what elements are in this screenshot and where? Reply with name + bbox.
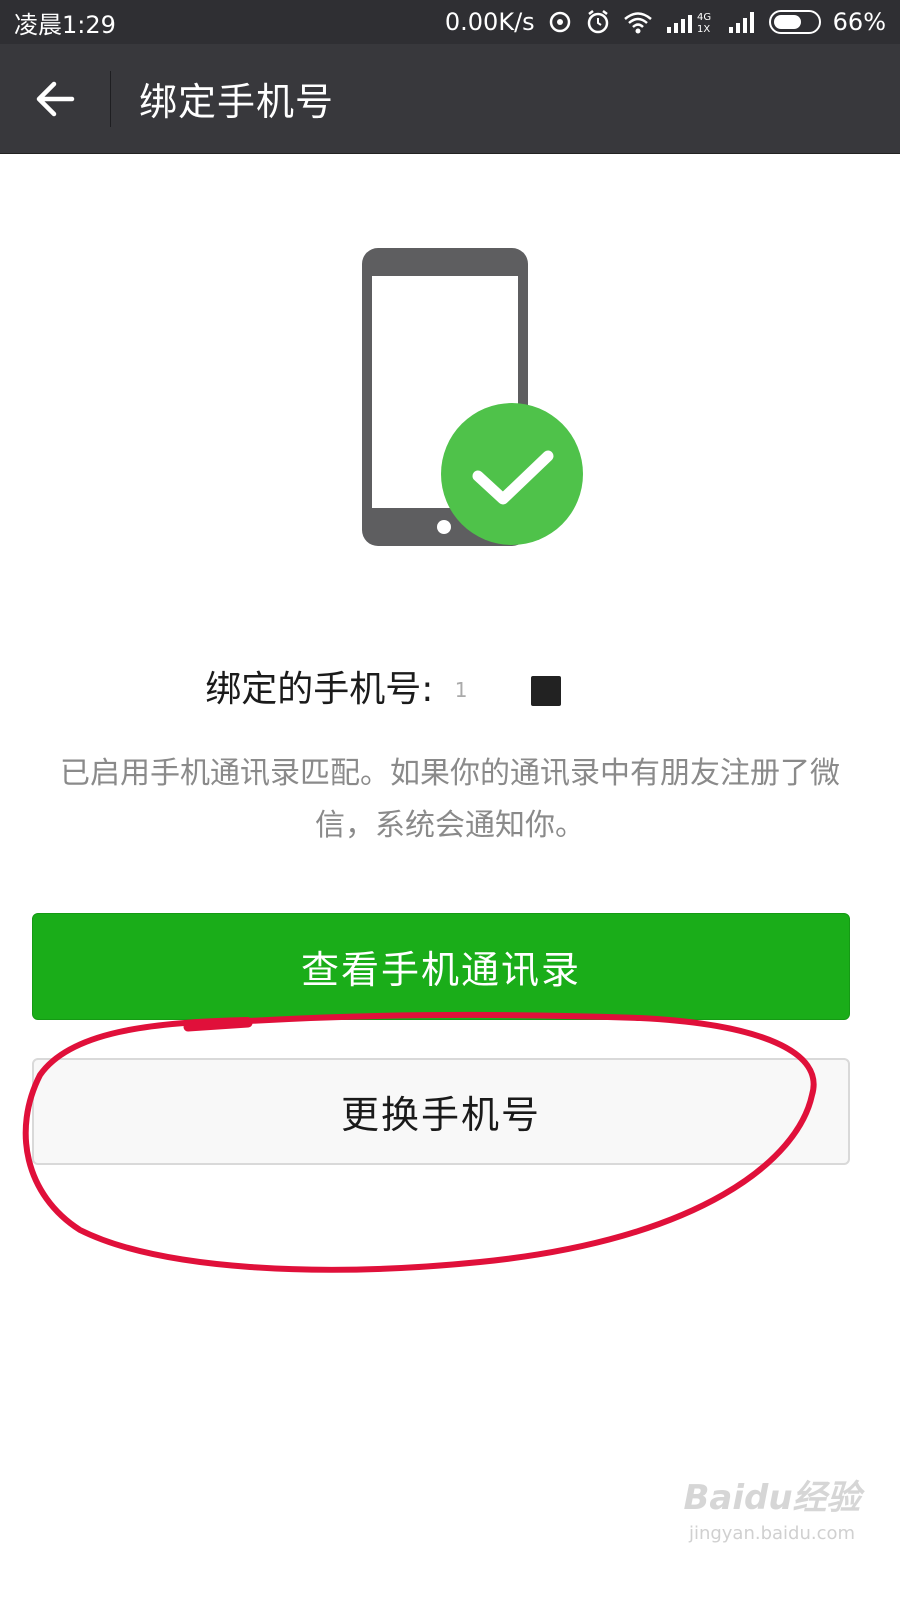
- status-time: 凌晨1:29: [14, 10, 116, 39]
- mask-blot: [530, 676, 561, 706]
- signal-4g-icon: 4G 1X: [665, 9, 715, 35]
- svg-text:4G: 4G: [697, 12, 711, 23]
- watermark-logo: Baidu经验: [683, 1478, 861, 1518]
- bound-phone-line: 绑定的手机号: 1: [0, 660, 900, 712]
- masked-phone-number: 1: [445, 674, 695, 708]
- wifi-icon: [623, 10, 653, 34]
- net-speed: 0.00K/s: [444, 8, 535, 36]
- svg-text:1X: 1X: [697, 24, 710, 35]
- battery-percent: 66%: [832, 8, 886, 36]
- view-contacts-button[interactable]: 查看手机通讯录: [32, 913, 850, 1020]
- battery-fill: [773, 15, 802, 29]
- alarm-icon: [585, 9, 611, 35]
- title-divider: [110, 70, 111, 127]
- battery-icon: [768, 10, 821, 34]
- sync-icon: [547, 9, 573, 35]
- bound-phone-label: 绑定的手机号:: [205, 669, 434, 710]
- title-bar: 绑定手机号: [0, 44, 900, 154]
- phone-verified-illustration: [360, 246, 590, 556]
- mask-fragment: 1: [454, 678, 468, 702]
- change-number-button[interactable]: 更换手机号: [32, 1058, 850, 1165]
- page: 凌晨1:29 0.00K/s 4G 1X 66% 绑定手机号 绑定的手机号: 1…: [0, 0, 900, 1600]
- back-arrow-icon: [36, 81, 75, 116]
- page-title: 绑定手机号: [139, 80, 335, 124]
- status-bar: 凌晨1:29 0.00K/s 4G 1X 66%: [0, 0, 900, 44]
- baidu-watermark: Baidu经验 jingyan.baidu.com: [672, 1470, 872, 1570]
- signal-icon: [727, 9, 757, 35]
- status-icons: 0.00K/s 4G 1X 66%: [445, 8, 886, 36]
- watermark-url: jingyan.baidu.com: [688, 1523, 856, 1544]
- contacts-match-description: 已启用手机通讯录匹配。如果你的通讯录中有朋友注册了微信，系统会通知你。: [60, 756, 840, 843]
- phone-verified-icon: [362, 248, 583, 546]
- check-badge-icon: [441, 403, 583, 545]
- back-button[interactable]: [0, 44, 110, 154]
